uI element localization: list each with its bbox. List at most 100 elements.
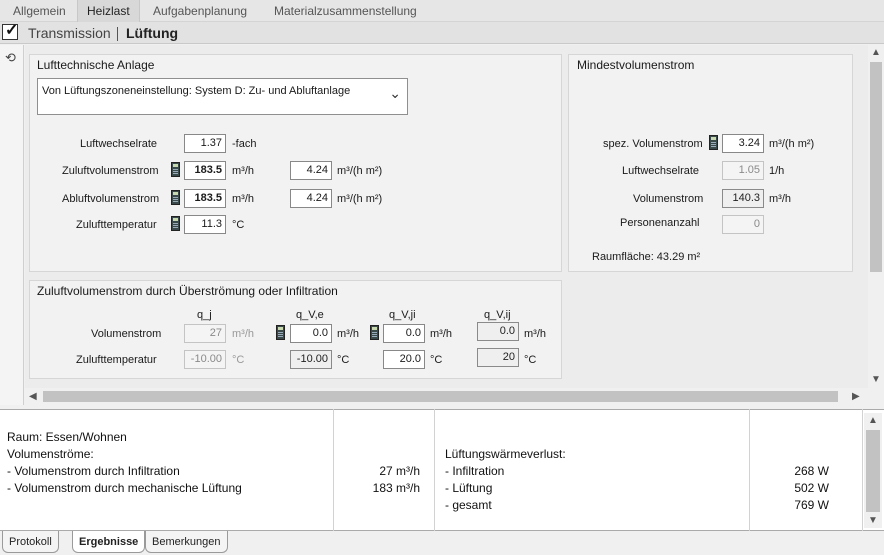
results-column-divider (434, 409, 435, 531)
results-column-divider (333, 409, 334, 531)
q-v-ij-temperatur-unit: °C (524, 354, 537, 366)
enable-checkbox[interactable]: ✓ (2, 22, 19, 40)
result-volumenstroeme-title: Volumenströme: (7, 447, 94, 461)
calculator-icon[interactable] (276, 325, 285, 340)
luftwechselrate-field[interactable]: 1.37 (184, 134, 226, 153)
calculator-icon[interactable] (171, 216, 180, 231)
mind-volumenstrom-unit: m³/h (769, 193, 791, 205)
subtab-transmission[interactable]: Transmission (28, 24, 111, 42)
result-vol-infiltration-value: 27 m³/h (379, 464, 420, 478)
spez-volumenstrom-unit: m³/(h m²) (769, 138, 815, 150)
zuluftvolumenstrom-label: Zuluftvolumenstrom (62, 165, 159, 177)
tab-bemerkungen[interactable]: Bemerkungen (145, 531, 228, 553)
subtab-lueftung[interactable]: Lüftung (126, 24, 178, 42)
q-v-e-volumenstrom-field[interactable]: 0.0 (290, 324, 332, 343)
panel-title-lta: Lufttechnische Anlage (37, 58, 155, 72)
result-vol-mechanisch-label: - Volumenstrom durch mechanische Lüftung (7, 481, 242, 495)
lueftungssystem-dropdown[interactable]: Von Lüftungszoneneinstellung: System D: … (37, 78, 408, 115)
chevron-down-icon: ⌄ (389, 85, 401, 101)
tab-ergebnisse[interactable]: Ergebnisse (72, 531, 146, 553)
horizontal-scroll-thumb[interactable] (43, 391, 838, 402)
result-lwv-infiltration-label: - Infiltration (445, 464, 505, 478)
q-v-ij-temperatur-field: 20 (477, 348, 519, 367)
result-lwv-infiltration-value: 268 W (794, 464, 829, 478)
q-v-e-volumenstrom-unit: m³/h (337, 328, 359, 340)
vertical-scroll-thumb[interactable] (870, 62, 882, 272)
result-vol-mechanisch-value: 183 m³/h (372, 481, 420, 495)
q-v-ji-temperatur-unit: °C (430, 354, 443, 366)
q-j-temperatur-unit: °C (232, 354, 245, 366)
zuluft-spez-unit: m³/(h m²) (337, 165, 383, 177)
scroll-up-icon[interactable]: ▲ (871, 47, 881, 59)
header-q-v-e: q_V,e (296, 309, 324, 321)
q-j-volumenstrom-unit: m³/h (232, 328, 254, 340)
result-raum: Raum: Essen/Wohnen (7, 430, 127, 444)
personenanzahl-label: Personenanzahl (620, 217, 700, 229)
results-column-divider (749, 409, 750, 531)
result-lwv-gesamt-value: 769 W (794, 498, 829, 512)
q-v-ji-volumenstrom-field[interactable]: 0.0 (383, 324, 425, 343)
abluftvolumenstrom-field[interactable]: 183.5 (184, 189, 226, 208)
mind-volumenstrom-field: 140.3 (722, 189, 764, 208)
personenanzahl-field: 0 (722, 215, 764, 234)
header-q-j: q_j (197, 309, 212, 321)
scroll-down-icon[interactable]: ▼ (868, 515, 878, 527)
abluftvolumenstrom-label: Abluftvolumenstrom (62, 193, 160, 205)
mind-volumenstrom-label: Volumenstrom (633, 193, 704, 205)
tab-allgemein[interactable]: Allgemein (4, 0, 75, 22)
result-lwv-lueftung-value: 502 W (794, 481, 829, 495)
luftwechselrate-unit: -fach (232, 138, 257, 150)
q-v-ij-volumenstrom-unit: m³/h (524, 328, 546, 340)
calculator-icon[interactable] (171, 162, 180, 177)
tab-aufgabenplanung[interactable]: Aufgabenplanung (144, 0, 256, 22)
mind-luftwechselrate-label: Luftwechselrate (622, 165, 700, 177)
calculator-icon[interactable] (171, 190, 180, 205)
tab-protokoll[interactable]: Protokoll (2, 531, 59, 553)
q-v-e-temperatur-unit: °C (337, 354, 350, 366)
tab-materialzusammenstellung[interactable]: Materialzusammenstellung (265, 0, 426, 22)
result-lwv-title: Lüftungswärmeverlust: (445, 447, 566, 461)
raumflaeche-text: Raumfläche: 43.29 m² (592, 251, 701, 263)
spez-volumenstrom-label: spez. Volumenstrom (603, 138, 703, 150)
left-strip (0, 45, 24, 405)
calculator-icon[interactable] (709, 135, 718, 150)
dropdown-value: Von Lüftungszoneneinstellung: System D: … (42, 85, 351, 97)
results-scroll-thumb[interactable] (866, 430, 880, 512)
subtab-separator (117, 27, 118, 41)
abluft-spez-field[interactable]: 4.24 (290, 189, 332, 208)
scroll-left-icon[interactable]: ◀ (29, 391, 37, 403)
tab-heizlast[interactable]: Heizlast (77, 0, 140, 22)
q-v-ji-temperatur-field[interactable]: 20.0 (383, 350, 425, 369)
q-v-ji-volumenstrom-unit: m³/h (430, 328, 452, 340)
calculator-icon[interactable] (370, 325, 379, 340)
collapse-icon[interactable]: ⟲ (5, 51, 16, 65)
luftwechselrate-label: Luftwechselrate (80, 138, 158, 150)
abluft-unit: m³/h (232, 193, 254, 205)
result-lwv-gesamt-label: - gesamt (445, 498, 492, 512)
results-column-divider (862, 409, 863, 531)
q-j-temperatur-field: -10.00 (184, 350, 226, 369)
spez-volumenstrom-field[interactable]: 3.24 (722, 134, 764, 153)
scroll-down-icon[interactable]: ▼ (871, 374, 881, 386)
q-j-volumenstrom-field: 27 (184, 324, 226, 343)
mind-luftwechselrate-unit: 1/h (769, 165, 785, 177)
zuluftvolumenstrom-field[interactable]: 183.5 (184, 161, 226, 180)
header-q-v-ij: q_V,ij (484, 309, 511, 321)
zulufttemperatur-unit: °C (232, 219, 245, 231)
scroll-up-icon[interactable]: ▲ (868, 415, 878, 427)
zuluft-spez-field[interactable]: 4.24 (290, 161, 332, 180)
checkmark-icon: ✓ (5, 22, 19, 39)
mind-luftwechselrate-field: 1.05 (722, 161, 764, 180)
q-v-ij-volumenstrom-field: 0.0 (477, 322, 519, 341)
zuluft-unit: m³/h (232, 165, 254, 177)
zulufttemperatur-field[interactable]: 11.3 (184, 215, 226, 234)
zulufttemperatur-label: Zulufttemperatur (76, 219, 157, 231)
abluft-spez-unit: m³/(h m²) (337, 193, 383, 205)
result-vol-infiltration-label: - Volumenstrom durch Infiltration (7, 464, 180, 478)
q-v-e-temperatur-field: -10.00 (290, 350, 332, 369)
zuv-volumenstrom-label: Volumenstrom (91, 328, 162, 340)
scroll-right-icon[interactable]: ▶ (852, 391, 860, 403)
result-lwv-lueftung-label: - Lüftung (445, 481, 493, 495)
panel-title-mindestvolumenstrom: Mindestvolumenstrom (577, 58, 695, 72)
header-q-v-ji: q_V,ji (389, 309, 416, 321)
